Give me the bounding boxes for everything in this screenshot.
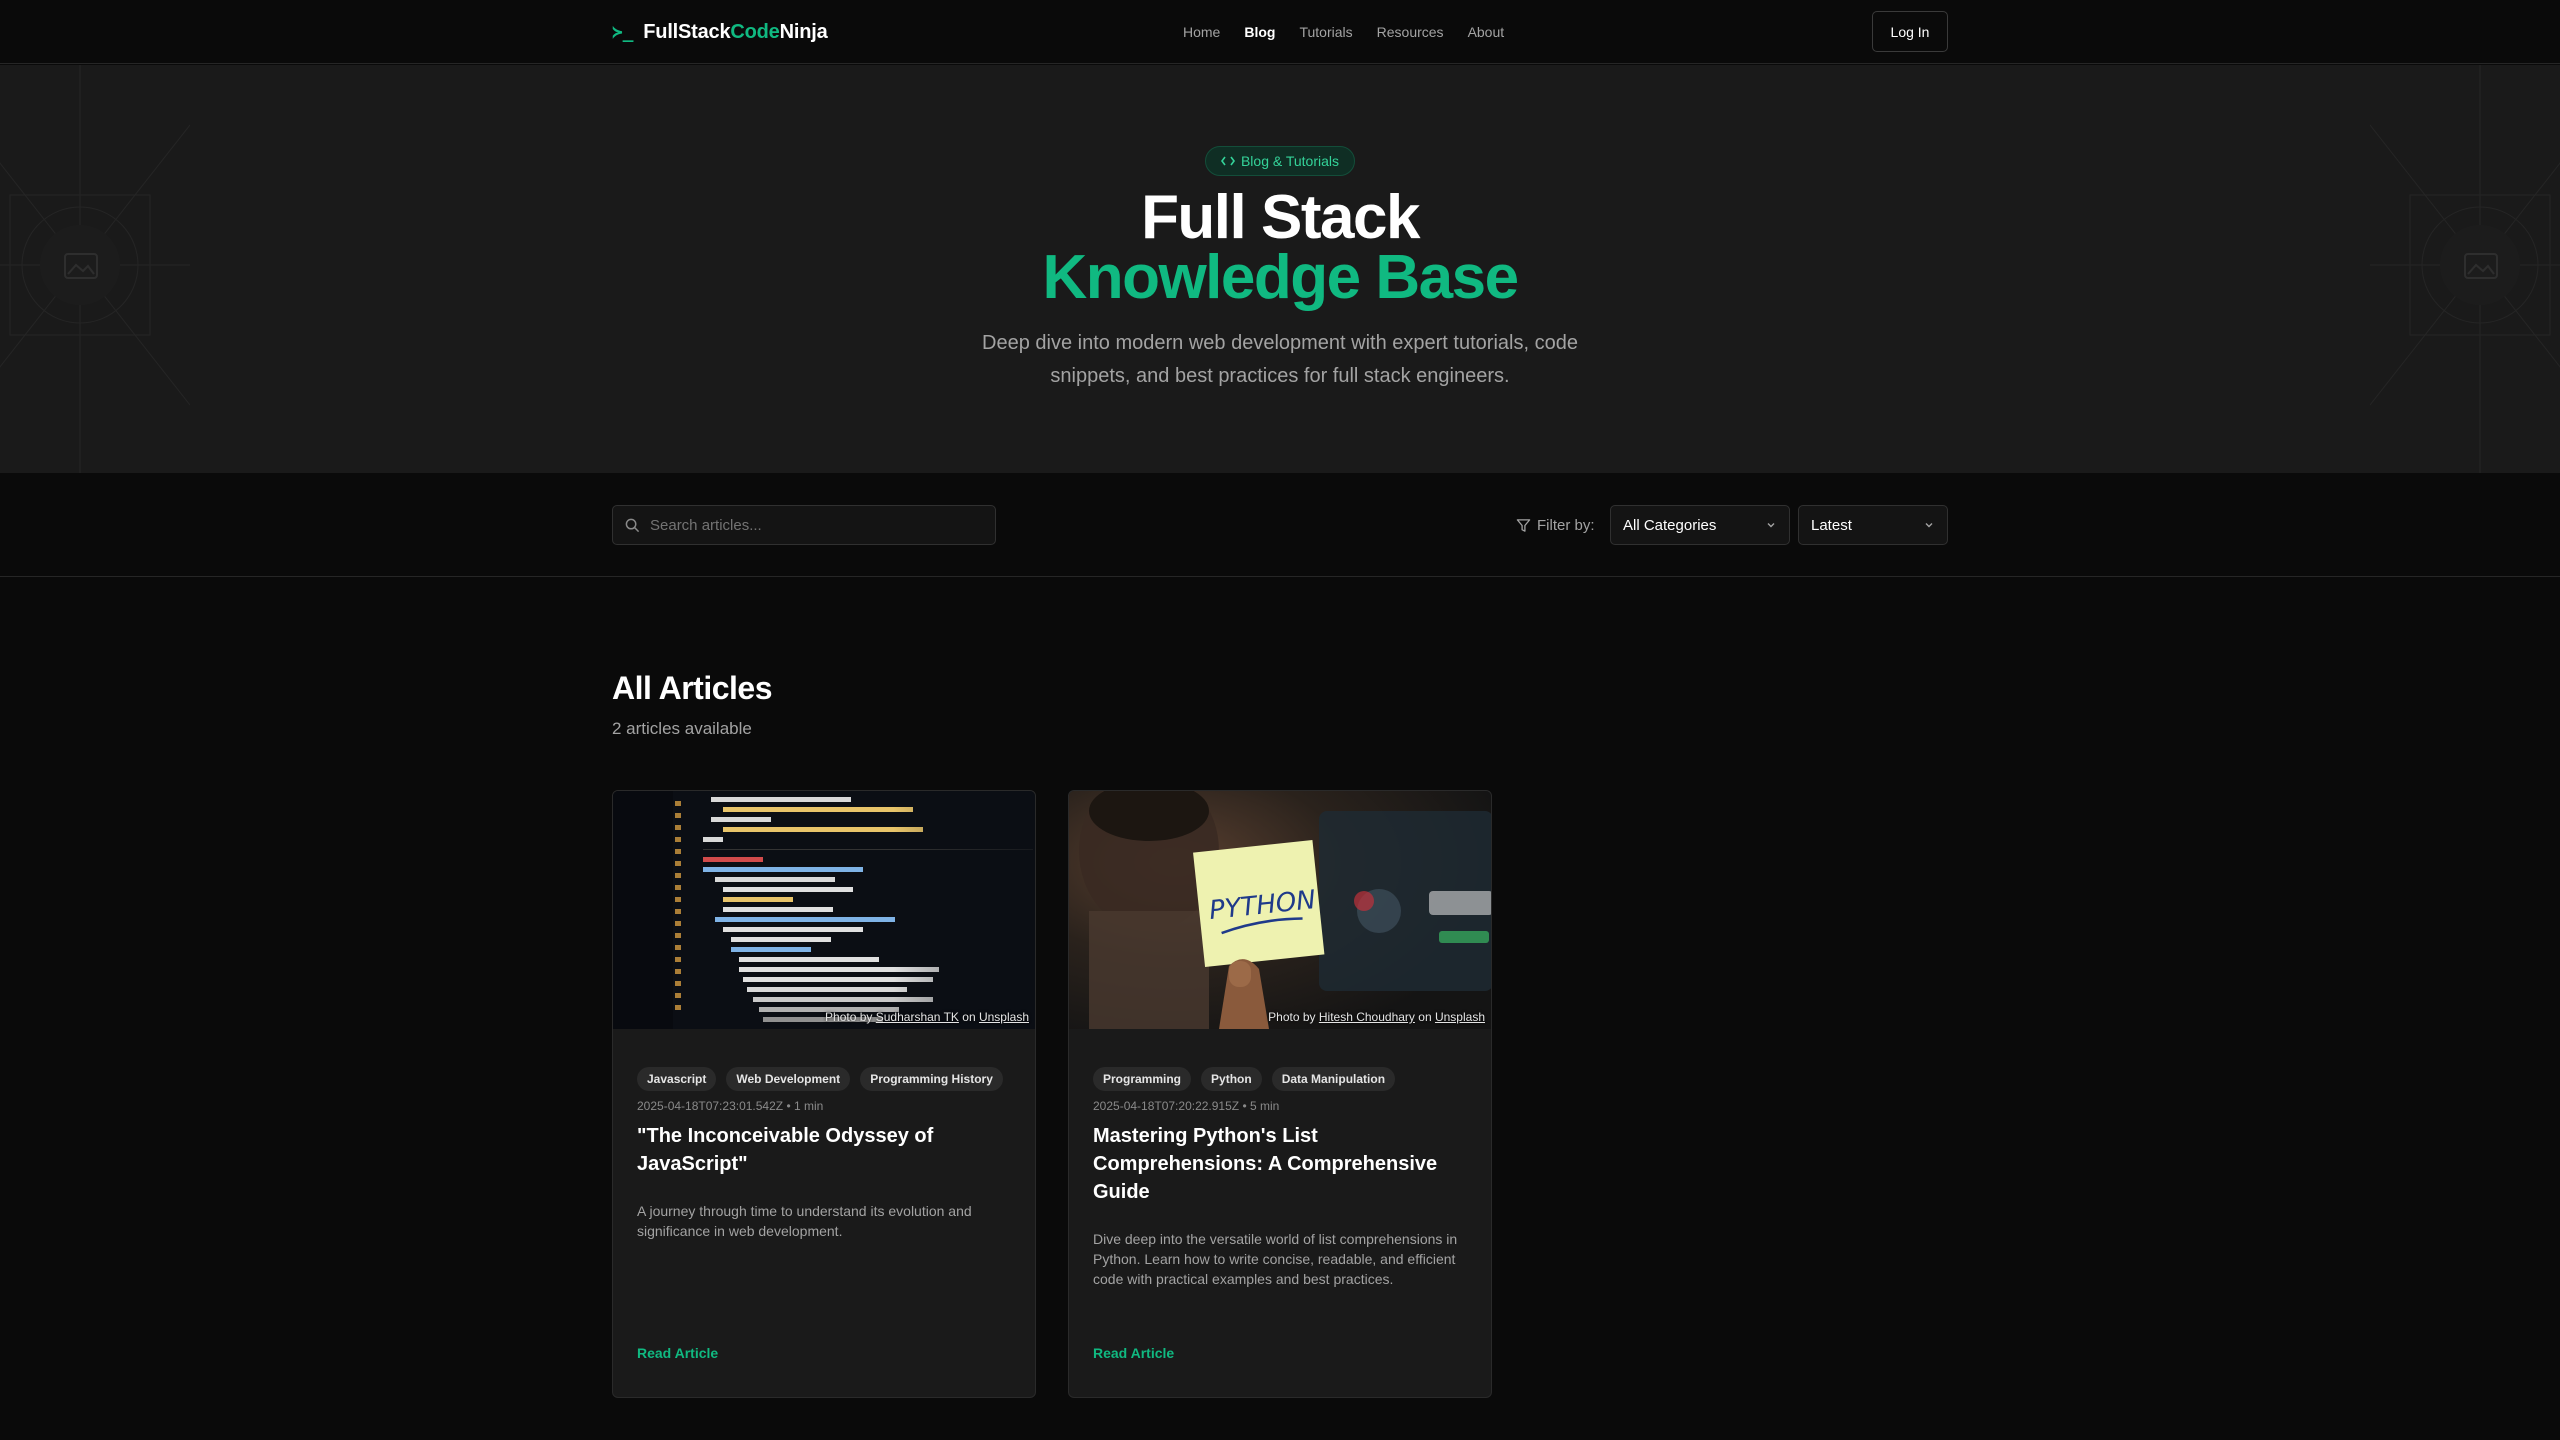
tag[interactable]: Web Development: [726, 1067, 851, 1091]
hero-title-line2: Knowledge Base: [1042, 243, 1519, 312]
code-brackets-icon: [1220, 156, 1235, 166]
article-card[interactable]: Photo by Sudharshan TK on Unsplash Javas…: [612, 790, 1036, 1398]
tag[interactable]: Javascript: [637, 1067, 717, 1091]
section-title: All Articles: [612, 670, 772, 706]
sort-select[interactable]: Latest: [1798, 505, 1948, 545]
search-box[interactable]: [612, 505, 996, 545]
article-cover-image: PYTHON Photo by Hitesh Choudhary on Unsp…: [1069, 791, 1491, 1029]
hero-section: Blog & Tutorials Full Stack Knowledge Ba…: [0, 65, 2560, 473]
tag[interactable]: Python: [1201, 1067, 1262, 1091]
tag-list: Javascript Web Development Programming H…: [637, 1067, 1003, 1091]
category-select-value: All Categories: [1623, 516, 1717, 534]
nav-link-tutorials[interactable]: Tutorials: [1299, 24, 1352, 40]
photo-credit: Photo by Sudharshan TK on Unsplash: [825, 1010, 1029, 1024]
login-button[interactable]: Log In: [1872, 11, 1948, 52]
article-description: Dive deep into the versatile world of li…: [1093, 1231, 1458, 1287]
article-title[interactable]: "The Inconceivable Odyssey of JavaScript…: [637, 1122, 1013, 1178]
article-title[interactable]: Mastering Python's List Comprehensions: …: [1093, 1122, 1469, 1206]
tag[interactable]: Programming History: [860, 1067, 1003, 1091]
hero-badge: Blog & Tutorials: [1205, 146, 1355, 176]
hero-description: Deep dive into modern web development wi…: [982, 332, 1578, 387]
hero-badge-label: Blog & Tutorials: [1240, 153, 1340, 169]
article-meta: 2025-04-18T07:20:22.915Z • 5 min: [1093, 1099, 1280, 1113]
photo-credit-author-link[interactable]: Sudharshan TK: [876, 1010, 959, 1024]
article-description: A journey through time to understand its…: [637, 1203, 972, 1239]
photo-credit-site-link[interactable]: Unsplash: [1435, 1010, 1485, 1024]
nav-link-home[interactable]: Home: [1183, 24, 1220, 40]
article-cover-image: Photo by Sudharshan TK on Unsplash: [613, 791, 1035, 1029]
read-article-link[interactable]: Read Article: [1093, 1345, 1174, 1361]
brand-logo[interactable]: ≻_ FullStackCodeNinja: [612, 0, 828, 64]
tag[interactable]: Data Manipulation: [1271, 1067, 1396, 1091]
filter-label: Filter by:: [1516, 505, 1595, 545]
terminal-prompt-icon: ≻_: [612, 21, 634, 43]
photo-credit-site-link[interactable]: Unsplash: [979, 1010, 1029, 1024]
photo-credit-author-link[interactable]: Hitesh Choudhary: [1319, 1010, 1415, 1024]
read-article-link[interactable]: Read Article: [637, 1345, 718, 1361]
hero-title-line1: Full Stack: [1141, 183, 1420, 252]
search-input[interactable]: [650, 516, 970, 534]
filter-bar: Filter by: All Categories Latest: [0, 473, 2560, 577]
main-nav: Home Blog Tutorials Resources About: [1183, 0, 1504, 64]
tag[interactable]: Programming: [1093, 1067, 1192, 1091]
sort-select-value: Latest: [1811, 516, 1852, 534]
nav-link-blog[interactable]: Blog: [1244, 24, 1275, 40]
article-meta: 2025-04-18T07:23:01.542Z • 1 min: [637, 1099, 824, 1113]
photo-credit: Photo by Hitesh Choudhary on Unsplash: [1268, 1010, 1485, 1024]
filter-icon: [1516, 518, 1531, 532]
article-count: 2 articles available: [612, 719, 752, 738]
search-icon: [625, 518, 640, 532]
nav-link-about[interactable]: About: [1468, 24, 1505, 40]
article-card[interactable]: PYTHON Photo by Hitesh Choudhary on Unsp…: [1068, 790, 1492, 1398]
chevron-down-icon: [1767, 523, 1775, 528]
hero-title: Full Stack Knowledge Base: [0, 183, 2560, 312]
chevron-down-icon: [1925, 523, 1933, 528]
category-select[interactable]: All Categories: [1610, 505, 1790, 545]
top-navbar: ≻_ FullStackCodeNinja Home Blog Tutorial…: [0, 0, 2560, 64]
nav-link-resources[interactable]: Resources: [1377, 24, 1444, 40]
tag-list: Programming Python Data Manipulation: [1093, 1067, 1396, 1091]
